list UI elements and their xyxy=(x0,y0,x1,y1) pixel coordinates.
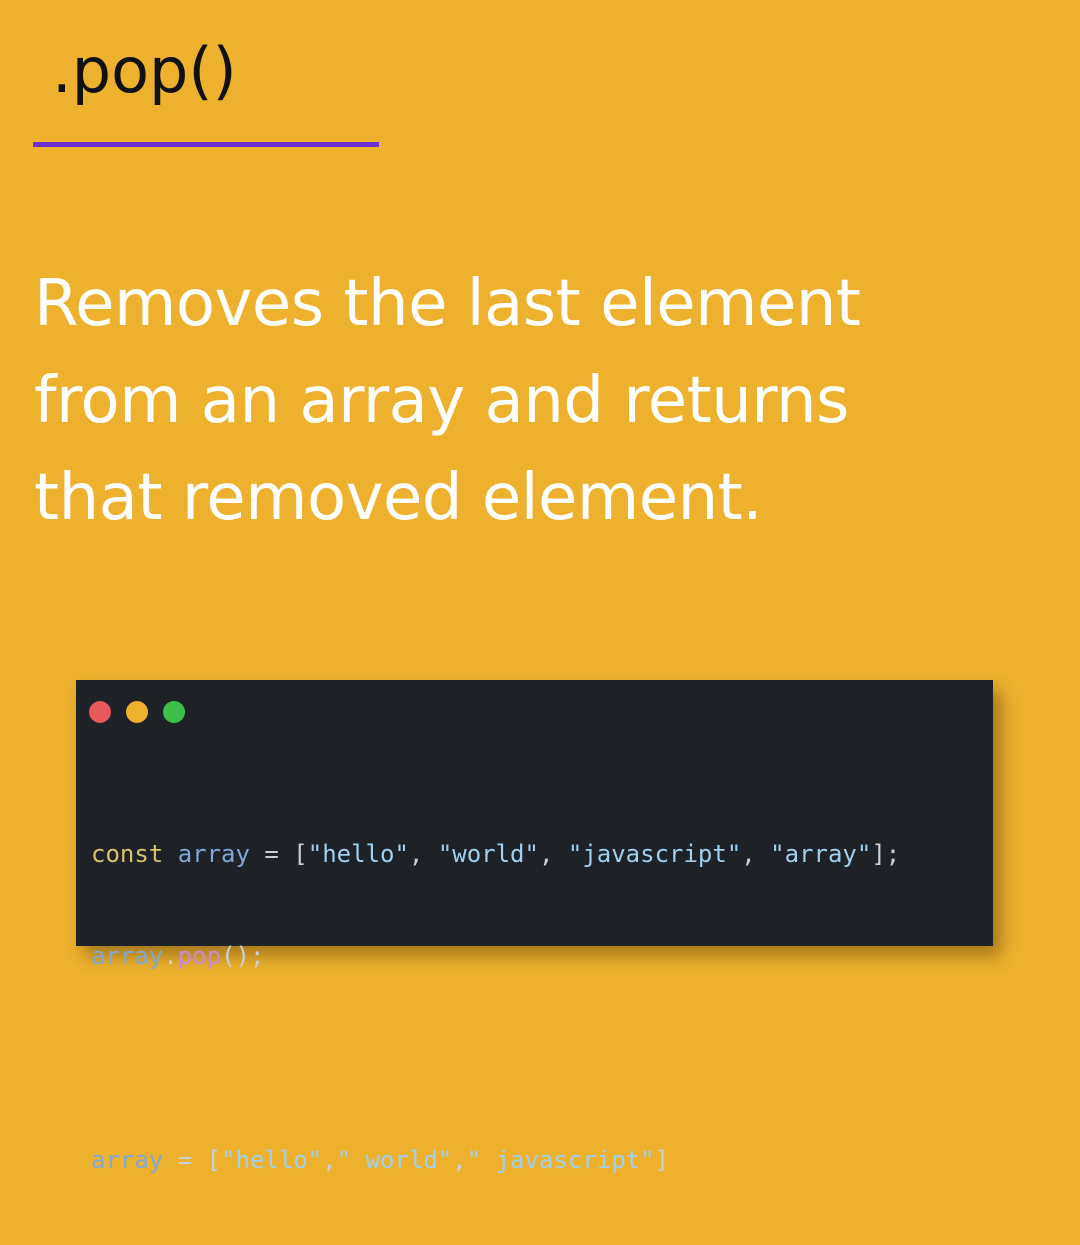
code-identifier: array xyxy=(91,942,164,970)
code-window: const array = ["hello", "world", "javasc… xyxy=(76,680,993,1174)
code-dot: . xyxy=(163,942,178,970)
code-string: "array" xyxy=(770,840,872,868)
code-string: "javascript" xyxy=(567,840,742,868)
code-method: pop xyxy=(177,942,222,970)
minimize-dot-icon xyxy=(126,701,148,723)
method-title: .pop() xyxy=(52,34,237,107)
code-operator: = [ xyxy=(249,840,308,868)
code-punctuation: (); xyxy=(221,942,265,970)
code-identifier: array xyxy=(177,840,250,868)
code-string: "world" xyxy=(437,840,539,868)
maximize-dot-icon xyxy=(163,701,185,723)
close-dot-icon xyxy=(89,701,111,723)
description-line: from an array and returns xyxy=(34,364,849,438)
code-operator: = [ xyxy=(163,1146,222,1174)
code-string: "hello" xyxy=(307,840,409,868)
code-keyword: const xyxy=(91,840,164,868)
code-punctuation: ]; xyxy=(871,840,901,868)
code-line-3: array = ["hello"," world"," javascript"] xyxy=(91,1146,669,1174)
code-punctuation: ] xyxy=(654,1146,669,1174)
code-block: const array = ["hello", "world", "javasc… xyxy=(91,769,900,1245)
title-underline xyxy=(33,142,379,147)
description-line: Removes the last element xyxy=(34,267,861,341)
code-string: "hello" xyxy=(221,1146,323,1174)
code-string: " javascript" xyxy=(466,1146,655,1174)
code-identifier: array xyxy=(91,1146,164,1174)
code-string: " world" xyxy=(336,1146,453,1174)
code-line-2: array.pop(); xyxy=(91,939,900,973)
code-line-1: const array = ["hello", "world", "javasc… xyxy=(91,840,901,868)
description-line: that removed element. xyxy=(34,461,763,535)
method-description: Removes the last element from an array a… xyxy=(34,256,1034,547)
